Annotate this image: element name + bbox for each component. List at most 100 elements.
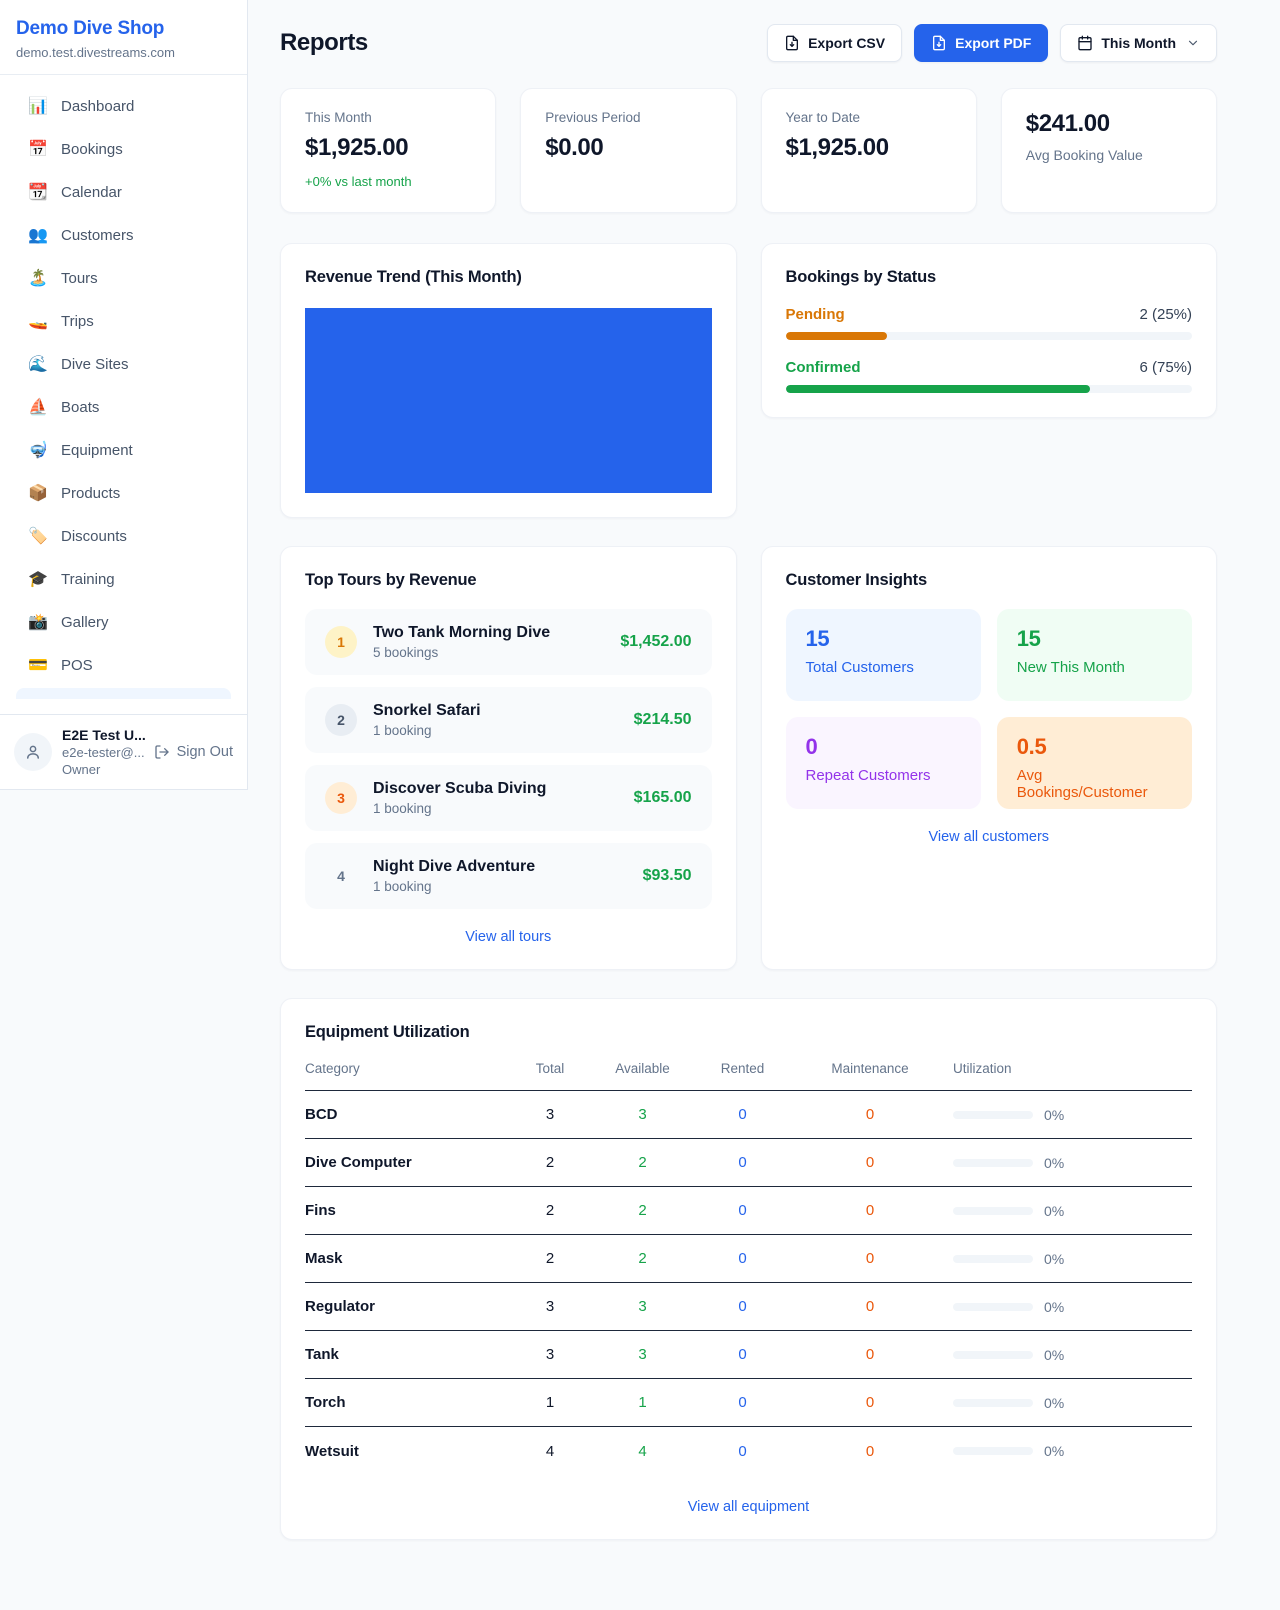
utilization-percent: 0% [1044,1155,1064,1171]
utilization-bar [953,1159,1033,1167]
sidebar-item-label: Gallery [61,614,109,631]
equipment-total: 3 [505,1106,595,1123]
utilization-percent: 0% [1044,1347,1064,1363]
stat-label: Previous Period [545,110,711,125]
tour-revenue: $1,452.00 [620,633,691,651]
sidebar-item-discounts[interactable]: 🏷️ Discounts [16,515,231,558]
stat-value: $0.00 [545,134,711,162]
logout-icon [154,744,170,760]
tile-label: Total Customers [806,659,961,676]
status-row-confirmed: Confirmed 6 (75%) [786,359,1193,393]
table-row: Wetsuit 4 4 0 0 0% [305,1427,1192,1475]
sidebar-item-dashboard[interactable]: 📊 Dashboard [16,85,231,128]
sidebar-item-boats[interactable]: ⛵ Boats [16,386,231,429]
export-pdf-button[interactable]: Export PDF [914,24,1048,62]
calendar-icon [1077,35,1093,51]
equipment-maintenance: 0 [795,1443,945,1460]
status-count: 2 (25%) [1139,306,1192,323]
equipment-category: Dive Computer [305,1154,505,1171]
equipment-category: Regulator [305,1298,505,1315]
brand-domain: demo.test.divestreams.com [16,45,231,60]
equipment-total: 2 [505,1154,595,1171]
equipment-available: 3 [595,1346,690,1363]
equipment-rented: 0 [690,1394,795,1411]
customer-insights-title: Customer Insights [786,571,1193,590]
sidebar-item-customers[interactable]: 👥 Customers [16,214,231,257]
period-dropdown[interactable]: This Month [1060,24,1217,62]
utilization-bar [953,1399,1033,1407]
sidebar-item-tours[interactable]: 🏝️ Tours [16,257,231,300]
main-content: Reports Export CSV Export PDF This Month [248,0,1280,1574]
table-row: BCD 3 3 0 0 0% [305,1091,1192,1139]
export-csv-button[interactable]: Export CSV [767,24,902,62]
sidebar-item-training[interactable]: 🎓 Training [16,558,231,601]
equipment-available: 2 [595,1250,690,1267]
equipment-rented: 0 [690,1298,795,1315]
sidebar-item-label: Bookings [61,141,123,158]
view-all-customers-link[interactable]: View all customers [786,829,1193,845]
rank-badge: 3 [325,782,357,814]
user-email: e2e-tester@... [62,745,144,760]
stat-card-year-to-date: Year to Date $1,925.00 [761,88,977,213]
column-header-available: Available [595,1061,690,1076]
tour-bookings: 1 booking [373,879,627,894]
sidebar-item-label: Calendar [61,184,122,201]
user-info: E2E Test U... e2e-tester@... Owner [62,727,144,777]
sidebar-item-pos[interactable]: 💳 POS [16,644,231,687]
sidebar-item-label: Equipment [61,442,133,459]
status-row-pending: Pending 2 (25%) [786,306,1193,340]
revenue-trend-title: Revenue Trend (This Month) [305,268,712,287]
equipment-maintenance: 0 [795,1298,945,1315]
equipment-maintenance: 0 [795,1346,945,1363]
equipment-available: 3 [595,1106,690,1123]
equipment-total: 1 [505,1394,595,1411]
stat-label: Year to Date [786,110,952,125]
insight-tiles: 15 Total Customers 15 New This Month 0 R… [786,609,1193,809]
tour-row: 3 Discover Scuba Diving 1 booking $165.0… [305,765,712,831]
stat-value: $1,925.00 [305,134,471,162]
user-panel: E2E Test U... e2e-tester@... Owner Sign … [0,714,247,789]
rank-badge: 2 [325,704,357,736]
bar-chart-icon: 📊 [28,99,48,115]
equipment-utilization-cell: 0% [945,1347,1192,1363]
stat-card-previous-period: Previous Period $0.00 [520,88,736,213]
period-label: This Month [1101,35,1176,51]
sidebar-item-gallery[interactable]: 📸 Gallery [16,601,231,644]
tour-name: Two Tank Morning Dive [373,624,604,642]
equipment-rented: 0 [690,1443,795,1460]
sidebar-item-calendar[interactable]: 📆 Calendar [16,171,231,214]
tour-row: 2 Snorkel Safari 1 booking $214.50 [305,687,712,753]
utilization-percent: 0% [1044,1395,1064,1411]
top-tours-card: Top Tours by Revenue 1 Two Tank Morning … [280,546,737,970]
sign-out-button[interactable]: Sign Out [154,744,233,760]
tour-name: Discover Scuba Diving [373,780,618,798]
tearoff-calendar-icon: 📆 [28,185,48,201]
equipment-total: 2 [505,1202,595,1219]
stat-label: This Month [305,110,471,125]
equipment-available: 2 [595,1202,690,1219]
utilization-bar [953,1303,1033,1311]
rank-badge: 4 [325,860,357,892]
tile-value: 0 [806,734,961,760]
sidebar-item-trips[interactable]: 🚤 Trips [16,300,231,343]
sidebar-item-products[interactable]: 📦 Products [16,472,231,515]
stat-card-this-month: This Month $1,925.00 +0% vs last month [280,88,496,213]
sidebar: Demo Dive Shop demo.test.divestreams.com… [0,0,248,790]
view-all-equipment-link[interactable]: View all equipment [305,1499,1192,1515]
progress-fill [786,332,888,340]
equipment-utilization-cell: 0% [945,1395,1192,1411]
equipment-rented: 0 [690,1154,795,1171]
sidebar-item-equipment[interactable]: 🤿 Equipment [16,429,231,472]
sidebar-item-dive-sites[interactable]: 🌊 Dive Sites [16,343,231,386]
tour-name: Night Dive Adventure [373,858,627,876]
header-actions: Export CSV Export PDF This Month [767,24,1217,62]
sidebar-item-active-partial[interactable] [16,688,231,699]
utilization-percent: 0% [1044,1107,1064,1123]
utilization-bar [953,1447,1033,1455]
tile-new-this-month: 15 New This Month [997,609,1192,701]
equipment-available: 3 [595,1298,690,1315]
sidebar-item-bookings[interactable]: 📅 Bookings [16,128,231,171]
view-all-tours-link[interactable]: View all tours [305,929,712,945]
equipment-category: BCD [305,1106,505,1123]
tile-label: Repeat Customers [806,767,961,784]
